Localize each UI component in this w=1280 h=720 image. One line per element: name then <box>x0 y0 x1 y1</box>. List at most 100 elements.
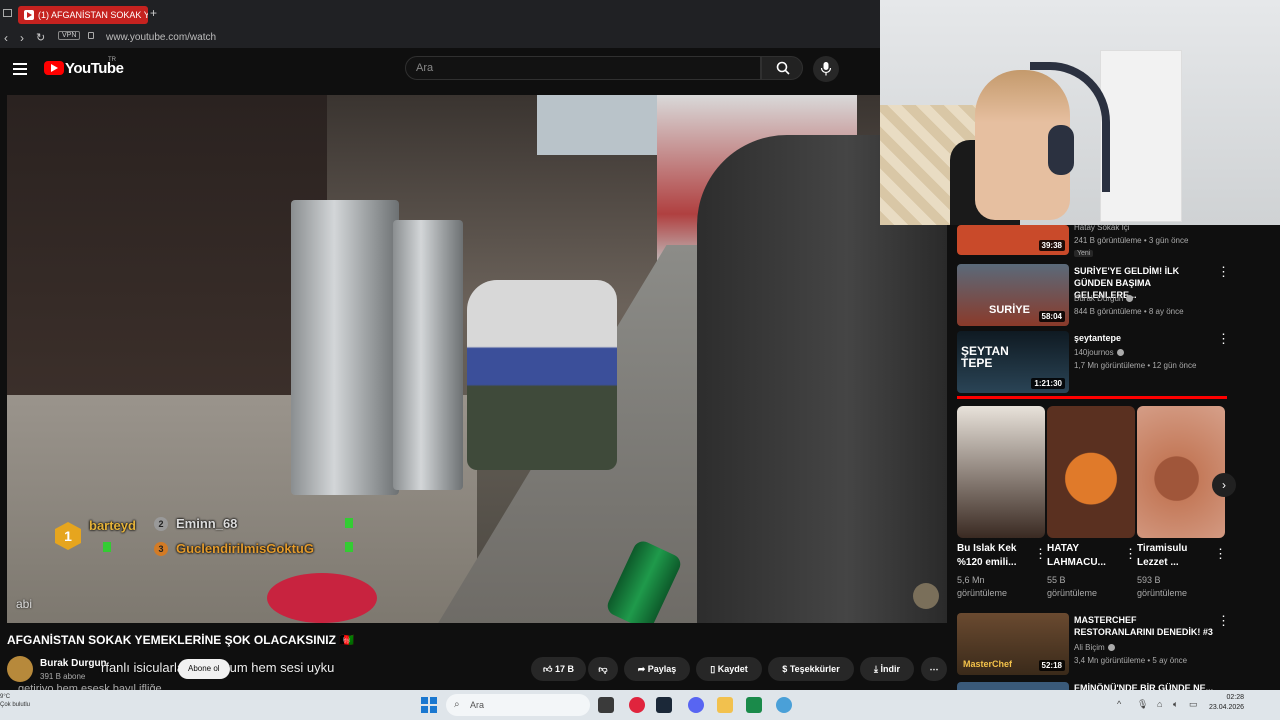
weather-condition: Çok bulutlu <box>0 702 31 708</box>
clock-time: 02:28 <box>1226 694 1245 701</box>
search-button[interactable] <box>761 56 803 80</box>
taskbar: 9°C Çok bulutlu ⌕ Ara ^ 🎙︎ ⌂ 🔈︎ ▭ 02:28 … <box>0 690 1280 720</box>
short-image <box>957 406 1045 538</box>
channel-name[interactable]: Burak Durgun <box>40 658 107 669</box>
battery-icon[interactable]: ▭ <box>1189 699 1198 710</box>
more-options-icon[interactable] <box>1034 545 1037 563</box>
search-icon: ⌕ <box>454 699 460 710</box>
rank-3-badge: 3 <box>154 542 168 556</box>
video-thumbnail[interactable]: MasterChef 52:18 <box>957 613 1069 675</box>
volume-icon[interactable]: 🔈︎ <box>1173 699 1178 710</box>
rank-3-bar <box>345 542 353 552</box>
share-label: Paylaş <box>647 664 677 674</box>
more-actions-button[interactable]: ⋯ <box>921 657 947 681</box>
channel-name: Burak Durgun <box>1074 293 1134 304</box>
weather-widget[interactable]: 9°C Çok bulutlu <box>0 693 30 709</box>
short-views: 593 B görüntüleme <box>1137 575 1188 598</box>
video-duration: 58:04 <box>1038 311 1065 322</box>
search-input[interactable]: Ara <box>405 56 761 80</box>
short-thumbnail[interactable] <box>1047 406 1135 538</box>
verified-icon <box>1126 295 1134 303</box>
forward-icon[interactable]: › <box>20 31 24 45</box>
more-options-icon[interactable] <box>1217 330 1220 348</box>
chevron-right-icon: › <box>1222 478 1226 492</box>
video-stats: 241 B görüntüleme • 3 gün önce <box>1074 236 1189 245</box>
taskbar-search[interactable]: ⌕ Ara <box>446 694 590 716</box>
thumbnail-text: SURİYE <box>989 304 1030 316</box>
discord-icon[interactable] <box>688 697 704 713</box>
opera-icon[interactable] <box>629 697 645 713</box>
video-title: AFGANİSTAN SOKAK YEMEKLERİNE ŞOK OLACAKS… <box>7 633 355 647</box>
subscribe-button[interactable]: Abone ol <box>178 659 230 679</box>
url-field[interactable]: www.youtube.com/watch <box>106 32 216 43</box>
save-label: Kaydet <box>717 664 748 674</box>
more-options-icon[interactable] <box>1217 263 1220 281</box>
webcam-headphone-cup <box>1048 125 1074 175</box>
video-duration: 1:21:30 <box>1031 378 1065 389</box>
new-badge: Yeni <box>1074 250 1094 257</box>
video-duration: 39:38 <box>1038 240 1065 251</box>
video-thumbnail[interactable]: 39:38 <box>957 225 1069 255</box>
short-views: 55 B görüntüleme <box>1047 575 1098 598</box>
video-scene-samovar <box>393 220 463 490</box>
vpn-badge[interactable]: VPN <box>58 31 81 40</box>
short-thumbnail[interactable] <box>957 406 1045 538</box>
system-clock[interactable]: 02:28 23.04.2026 <box>1209 693 1244 713</box>
back-icon[interactable]: ‹ <box>4 31 8 45</box>
app-icon[interactable] <box>746 697 762 713</box>
file-explorer-icon[interactable] <box>717 697 733 713</box>
youtube-logo-icon[interactable] <box>44 61 64 75</box>
short-thumbnail[interactable] <box>1137 406 1225 538</box>
more-options-icon[interactable] <box>1214 545 1217 563</box>
thumbnail-text: MasterChef <box>963 659 1013 669</box>
short-title[interactable]: HATAY LAHMACU... <box>1047 542 1117 570</box>
dislike-button[interactable]: 👎︎ <box>588 657 618 681</box>
hamburger-menu-icon[interactable] <box>13 63 27 75</box>
download-label: İndir <box>880 664 901 674</box>
microphone-icon <box>820 62 832 76</box>
thumbs-down-icon: 👎︎ <box>598 664 608 674</box>
search-icon <box>776 61 790 75</box>
like-button[interactable]: 👍︎ 17 B <box>531 657 586 681</box>
webcam-shelf <box>1100 50 1182 222</box>
video-player[interactable] <box>7 95 947 623</box>
bookmark-icon: ▯ <box>710 664 716 674</box>
browser-tab[interactable]: (1) AFGANİSTAN SOKAK Y <box>18 6 148 24</box>
voice-search-button[interactable] <box>813 56 839 82</box>
rank-1-bar <box>103 542 111 552</box>
network-icon[interactable]: ⌂ <box>1157 699 1162 709</box>
thanks-button[interactable]: $ Teşekkürler <box>768 657 854 681</box>
recommendations-sidebar: 39:38 Hatay Sokak İçi 241 B görüntüleme … <box>947 225 1242 690</box>
new-tab-button[interactable]: + <box>150 6 157 20</box>
channel-avatar[interactable] <box>7 656 33 682</box>
more-options-icon[interactable] <box>1217 612 1220 630</box>
task-view-icon[interactable] <box>598 697 614 713</box>
tray-chevron-icon[interactable]: ^ <box>1117 699 1121 709</box>
video-stats: 844 B görüntüleme • 8 ay önce <box>1074 307 1184 316</box>
reload-icon[interactable]: ↻ <box>36 31 45 44</box>
video-thumbnail[interactable]: SURİYE 58:04 <box>957 264 1069 326</box>
save-button[interactable]: ▯ Kaydet <box>696 657 762 681</box>
windows-start-icon[interactable] <box>421 697 437 713</box>
region-code: TR <box>108 57 116 63</box>
app-icon[interactable] <box>776 697 792 713</box>
short-title[interactable]: Bu Islak Kek %120 emili... <box>957 542 1027 570</box>
video-thumbnail[interactable] <box>957 682 1069 690</box>
short-title[interactable]: Tiramisulu Lezzet ... <box>1137 542 1207 570</box>
share-button[interactable]: ➦ Paylaş <box>624 657 690 681</box>
browser-menu-icon[interactable] <box>3 9 12 17</box>
short-image <box>1047 406 1135 538</box>
tab-title: (1) AFGANİSTAN SOKAK Y <box>38 10 148 20</box>
video-thumbnail[interactable]: ŞEYTAN TEPE 1:21:30 <box>957 331 1069 393</box>
microphone-tray-icon[interactable]: 🎙︎ <box>1137 699 1148 710</box>
more-options-icon[interactable] <box>1124 545 1127 563</box>
video-scene-bowl <box>267 573 377 623</box>
share-icon: ➦ <box>637 664 646 674</box>
short-image <box>1137 406 1225 538</box>
shorts-next-button[interactable]: › <box>1212 473 1236 497</box>
video-scene-samovar <box>291 200 399 495</box>
download-icon: ⤓ <box>874 664 878 674</box>
download-button[interactable]: ⤓ İndir <box>860 657 914 681</box>
steam-icon[interactable] <box>656 697 672 713</box>
video-title: şeytantepe <box>1074 333 1122 343</box>
